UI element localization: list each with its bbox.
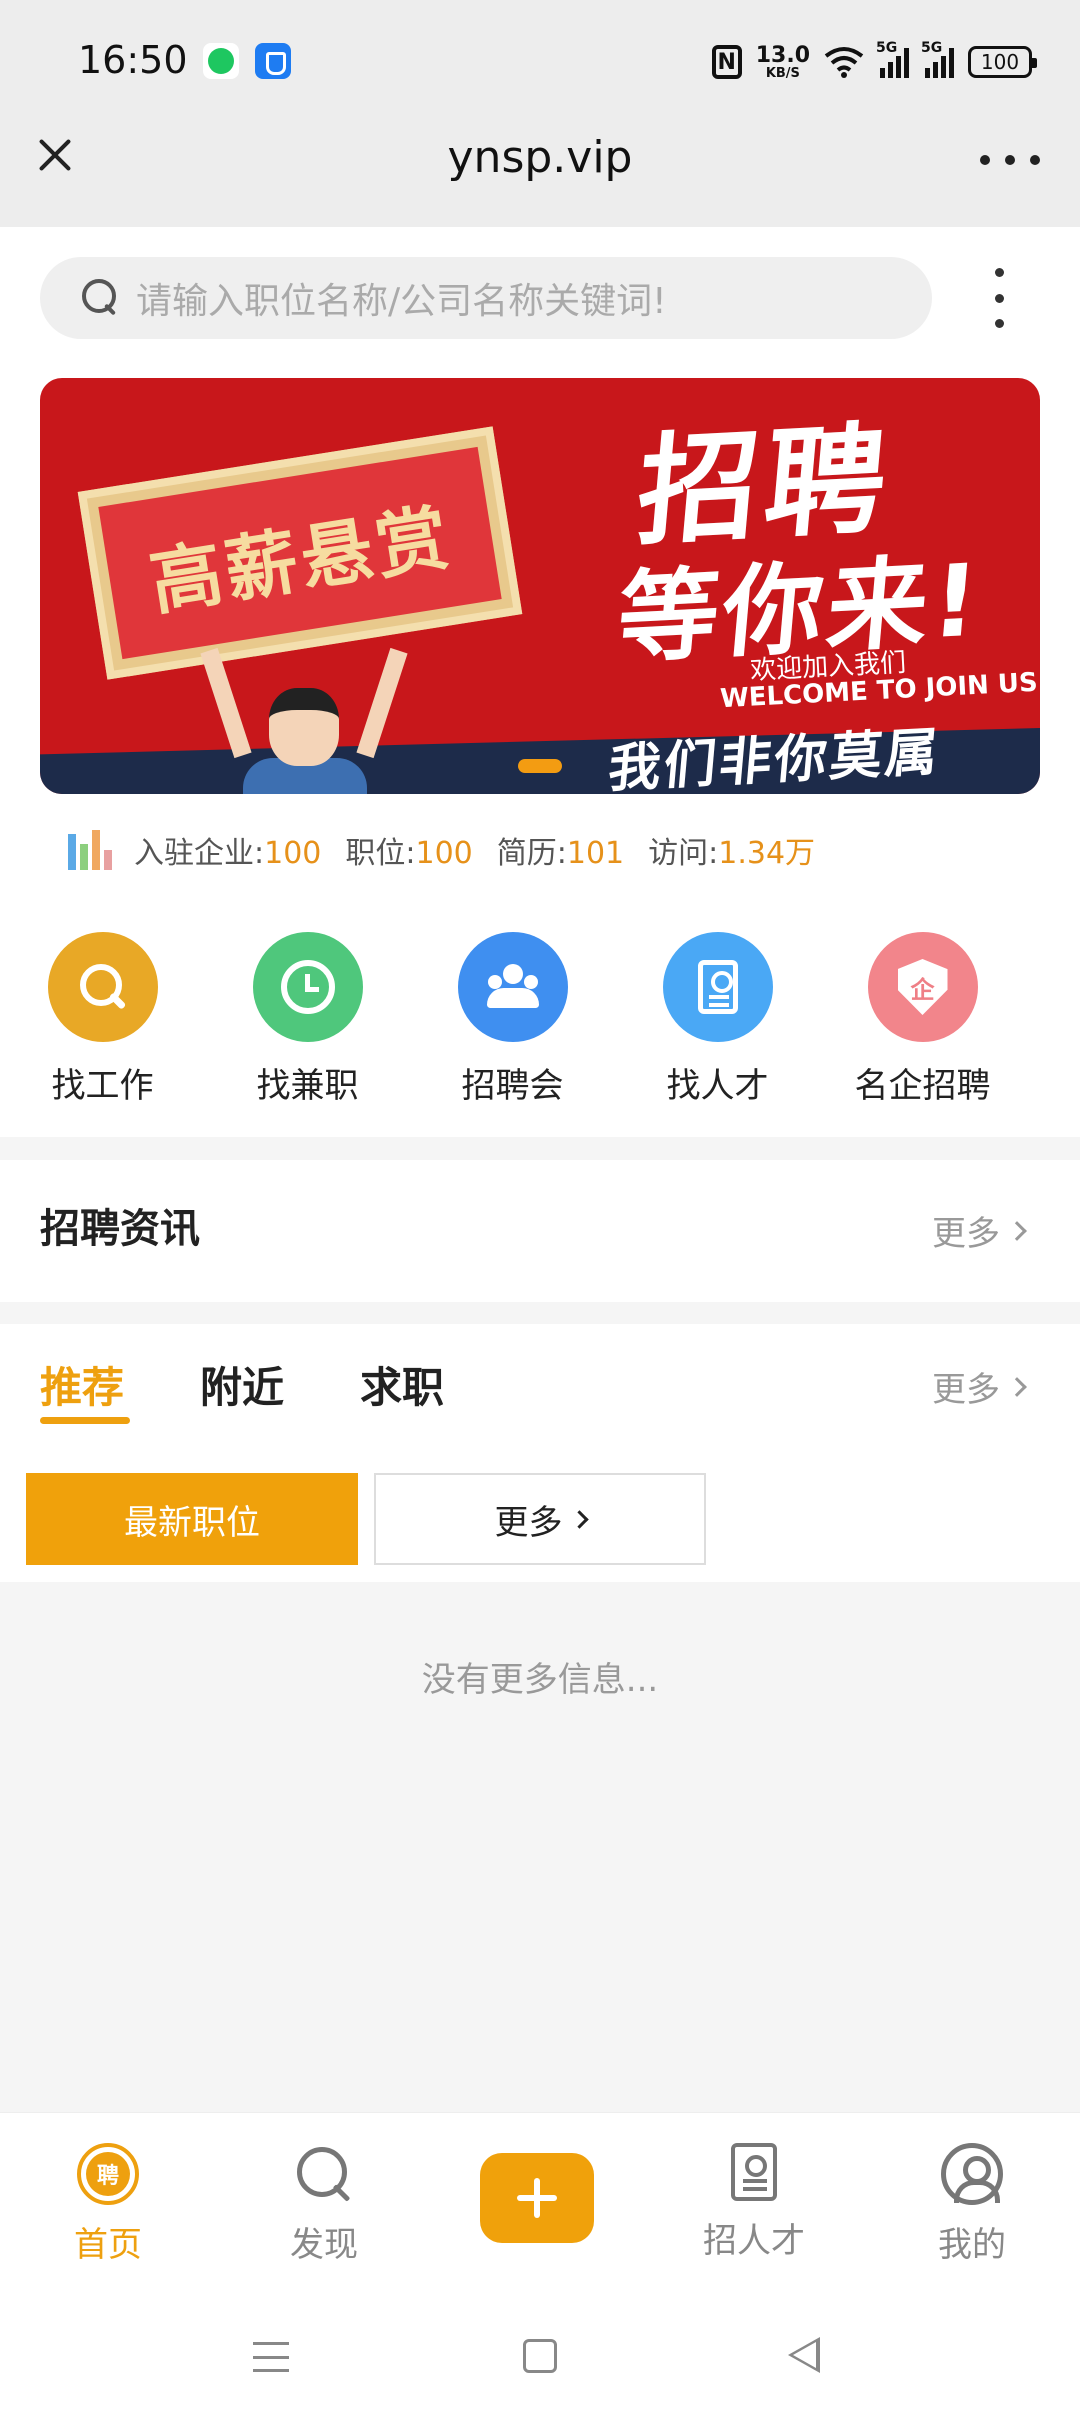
find-job-circle [47,932,158,1042]
quick-famous-companies[interactable]: 企 名企招聘 [820,932,1025,1112]
net-speed: 13.0 KB/S [755,42,810,81]
nav-me[interactable]: 我的 [902,2143,1042,2266]
jobs-more-link[interactable]: 更多 [932,1362,1027,1411]
search-icon [78,962,128,1012]
resume-icon [731,2143,777,2201]
quick-label: 找兼职 [256,1066,359,1106]
sim2-label: 5G [921,40,943,56]
kebab-menu-icon[interactable] [978,268,1020,328]
quick-label: 找人才 [666,1066,769,1106]
banner-slogan: 我们非你莫属 [605,722,944,794]
jobs-section: 推荐 附近 求职 更多 最新职位 更多 [0,1324,1080,1582]
tab-recommended[interactable]: 推荐 [40,1354,124,1415]
page-title: ynsp.vip [447,132,633,183]
search-placeholder: 请输入职位名称/公司名称关键词! [136,281,667,322]
nav-discover[interactable]: 发现 [254,2143,394,2266]
banner-carousel[interactable]: 高薪悬赏 招聘 等你来! 欢迎加入我们 WELCOME TO JOIN US 我… [40,378,1040,794]
signal-sim1-icon: 5G [876,40,909,78]
nav-find-talent[interactable]: 招人才 [684,2143,824,2262]
user-icon [941,2143,1003,2205]
messaging-app-icon [203,43,239,79]
tab-job-seeking[interactable]: 求职 [360,1354,444,1415]
home-icon: 聘 [77,2143,139,2205]
active-tab-indicator [40,1417,130,1424]
status-time: 16:50 [78,38,188,82]
battery-icon: 100 [968,46,1037,78]
find-talent-circle [662,932,773,1042]
discover-icon [293,2143,355,2205]
nav-home[interactable]: 聘 首页 [38,2143,178,2266]
resume-icon [697,960,738,1014]
search-icon [82,279,120,317]
part-time-circle [252,932,363,1042]
search-input[interactable]: 请输入职位名称/公司名称关键词! [40,257,932,339]
wifi-icon [824,47,864,78]
status-indicators: N 13.0 KB/S 5G 5G 100 [711,40,1037,84]
system-nav-bar [0,2292,1080,2412]
quick-part-time[interactable]: 找兼职 [205,932,410,1112]
quick-nav: 找工作 找兼职 招聘会 找人才 企 名企招聘 [0,932,1080,1112]
nav-home-label: 首页 [74,2225,142,2265]
banner-sign: 高薪悬赏 [77,426,523,680]
net-speed-value: 13.0 [755,42,810,68]
nav-find-talent-label: 招人才 [703,2221,805,2261]
stat-positions: 职位:100 [345,836,473,871]
carousel-indicator[interactable] [518,759,562,773]
chevron-right-icon [1007,1220,1027,1241]
nav-discover-label: 发现 [290,2225,358,2265]
tab-nearby[interactable]: 附近 [200,1354,284,1415]
job-fair-circle [457,932,568,1042]
stat-visits: 访问:1.34万 [648,836,816,871]
quick-find-job[interactable]: 找工作 [0,932,205,1112]
chevron-right-icon [1007,1376,1027,1397]
chevron-right-icon [569,1509,589,1529]
stat-companies: 入驻企业:100 [134,836,322,871]
newest-jobs-button[interactable]: 最新职位 [26,1473,358,1565]
banner-person-illustration [200,647,408,794]
news-title: 招聘资讯 [40,1206,200,1252]
quick-find-talent[interactable]: 找人才 [615,932,820,1112]
nfc-icon: N [711,45,742,79]
publish-button[interactable] [480,2153,594,2243]
news-section: 招聘资讯 更多 [0,1160,1080,1302]
back-icon[interactable] [788,2337,820,2373]
news-more-link[interactable]: 更多 [932,1206,1027,1255]
signal-sim2-icon: 5G [921,40,954,78]
quick-label: 找工作 [51,1066,154,1106]
site-stats: 入驻企业:100 职位:100 简历:101 访问:1.34万 [68,826,839,874]
stat-resumes: 简历:101 [496,836,625,871]
group-icon [483,964,543,1010]
net-speed-unit: KB/S [765,65,800,81]
bar-chart-icon [68,830,112,870]
more-menu-icon[interactable] [980,140,1040,180]
clock-icon [280,960,335,1014]
more-jobs-button[interactable]: 更多 [374,1473,706,1565]
quick-label: 招聘会 [461,1066,564,1106]
banner-sign-text: 高薪悬赏 [144,493,458,625]
security-app-icon [255,43,291,79]
status-bar: 16:50 N 13.0 KB/S 5G 5G 100 [0,0,1080,125]
home-button-icon[interactable] [523,2339,557,2373]
shield-icon: 企 [897,959,948,1015]
quick-job-fair[interactable]: 招聘会 [410,932,615,1112]
recent-apps-icon[interactable] [253,2342,289,2372]
sim1-label: 5G [876,40,898,56]
quick-label: 名企招聘 [854,1066,991,1106]
famous-companies-circle: 企 [867,932,978,1042]
nav-me-label: 我的 [938,2225,1006,2265]
bottom-nav: 聘 首页 发现 招人才 我的 [0,2112,1080,2292]
empty-state-text: 没有更多信息... [421,1660,659,1700]
